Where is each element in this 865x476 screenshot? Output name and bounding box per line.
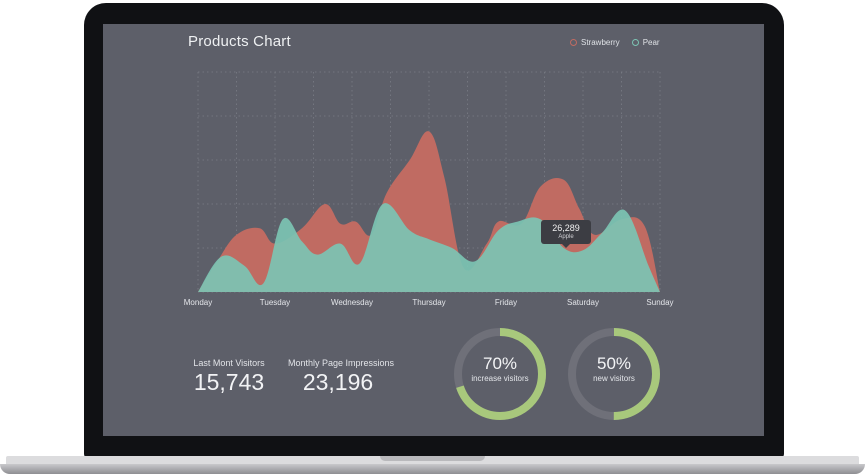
tooltip-value: 26,289 bbox=[552, 223, 580, 233]
x-tick-label: Friday bbox=[495, 298, 517, 307]
stat-visitors-value: 15,743 bbox=[193, 369, 265, 395]
donut-increase-label: increase visitors bbox=[471, 374, 529, 383]
x-tick-label: Tuesday bbox=[260, 298, 290, 307]
x-tick-label: Sunday bbox=[646, 298, 673, 307]
dashboard-screen: Products Chart Strawberry Pear Monday Tue… bbox=[103, 24, 764, 436]
stat-visitors-label: Last Mont Visitors bbox=[193, 358, 265, 368]
x-tick-label: Thursday bbox=[412, 298, 445, 307]
x-tick-label: Monday bbox=[184, 298, 212, 307]
stat-impressions-label: Monthly Page Impressions bbox=[288, 358, 395, 368]
chart-tooltip: 26,289 Apple bbox=[541, 220, 591, 248]
laptop-base-notch bbox=[380, 456, 485, 461]
chart-series bbox=[198, 131, 660, 292]
x-tick-label: Wednesday bbox=[331, 298, 373, 307]
donut-new-visitors: 50% new visitors bbox=[566, 326, 662, 422]
area-chart: Monday Tuesday Wednesday Thursday Friday Satu… bbox=[184, 71, 674, 307]
x-axis-ticks: Monday Tuesday Wednesday Thursday Friday Satu… bbox=[184, 298, 674, 307]
donut-new-label: new visitors bbox=[593, 374, 635, 383]
tooltip-label: Apple bbox=[558, 234, 574, 240]
stat-monthly-page-impressions: Monthly Page Impressions 23,196 bbox=[288, 358, 395, 395]
donut-new-value: 50% bbox=[596, 354, 632, 373]
laptop-base-bottom bbox=[0, 464, 865, 474]
stat-impressions-value: 23,196 bbox=[302, 369, 374, 395]
donut-increase-visitors: 70% increase visitors bbox=[452, 326, 548, 422]
stat-last-month-visitors: Last Mont Visitors 15,743 bbox=[188, 358, 270, 395]
laptop-base bbox=[0, 456, 865, 476]
donut-increase-value: 70% bbox=[482, 354, 518, 373]
laptop-mockup: Products Chart Strawberry Pear Monday Tue… bbox=[0, 0, 865, 476]
x-tick-label: Saturday bbox=[567, 298, 599, 307]
